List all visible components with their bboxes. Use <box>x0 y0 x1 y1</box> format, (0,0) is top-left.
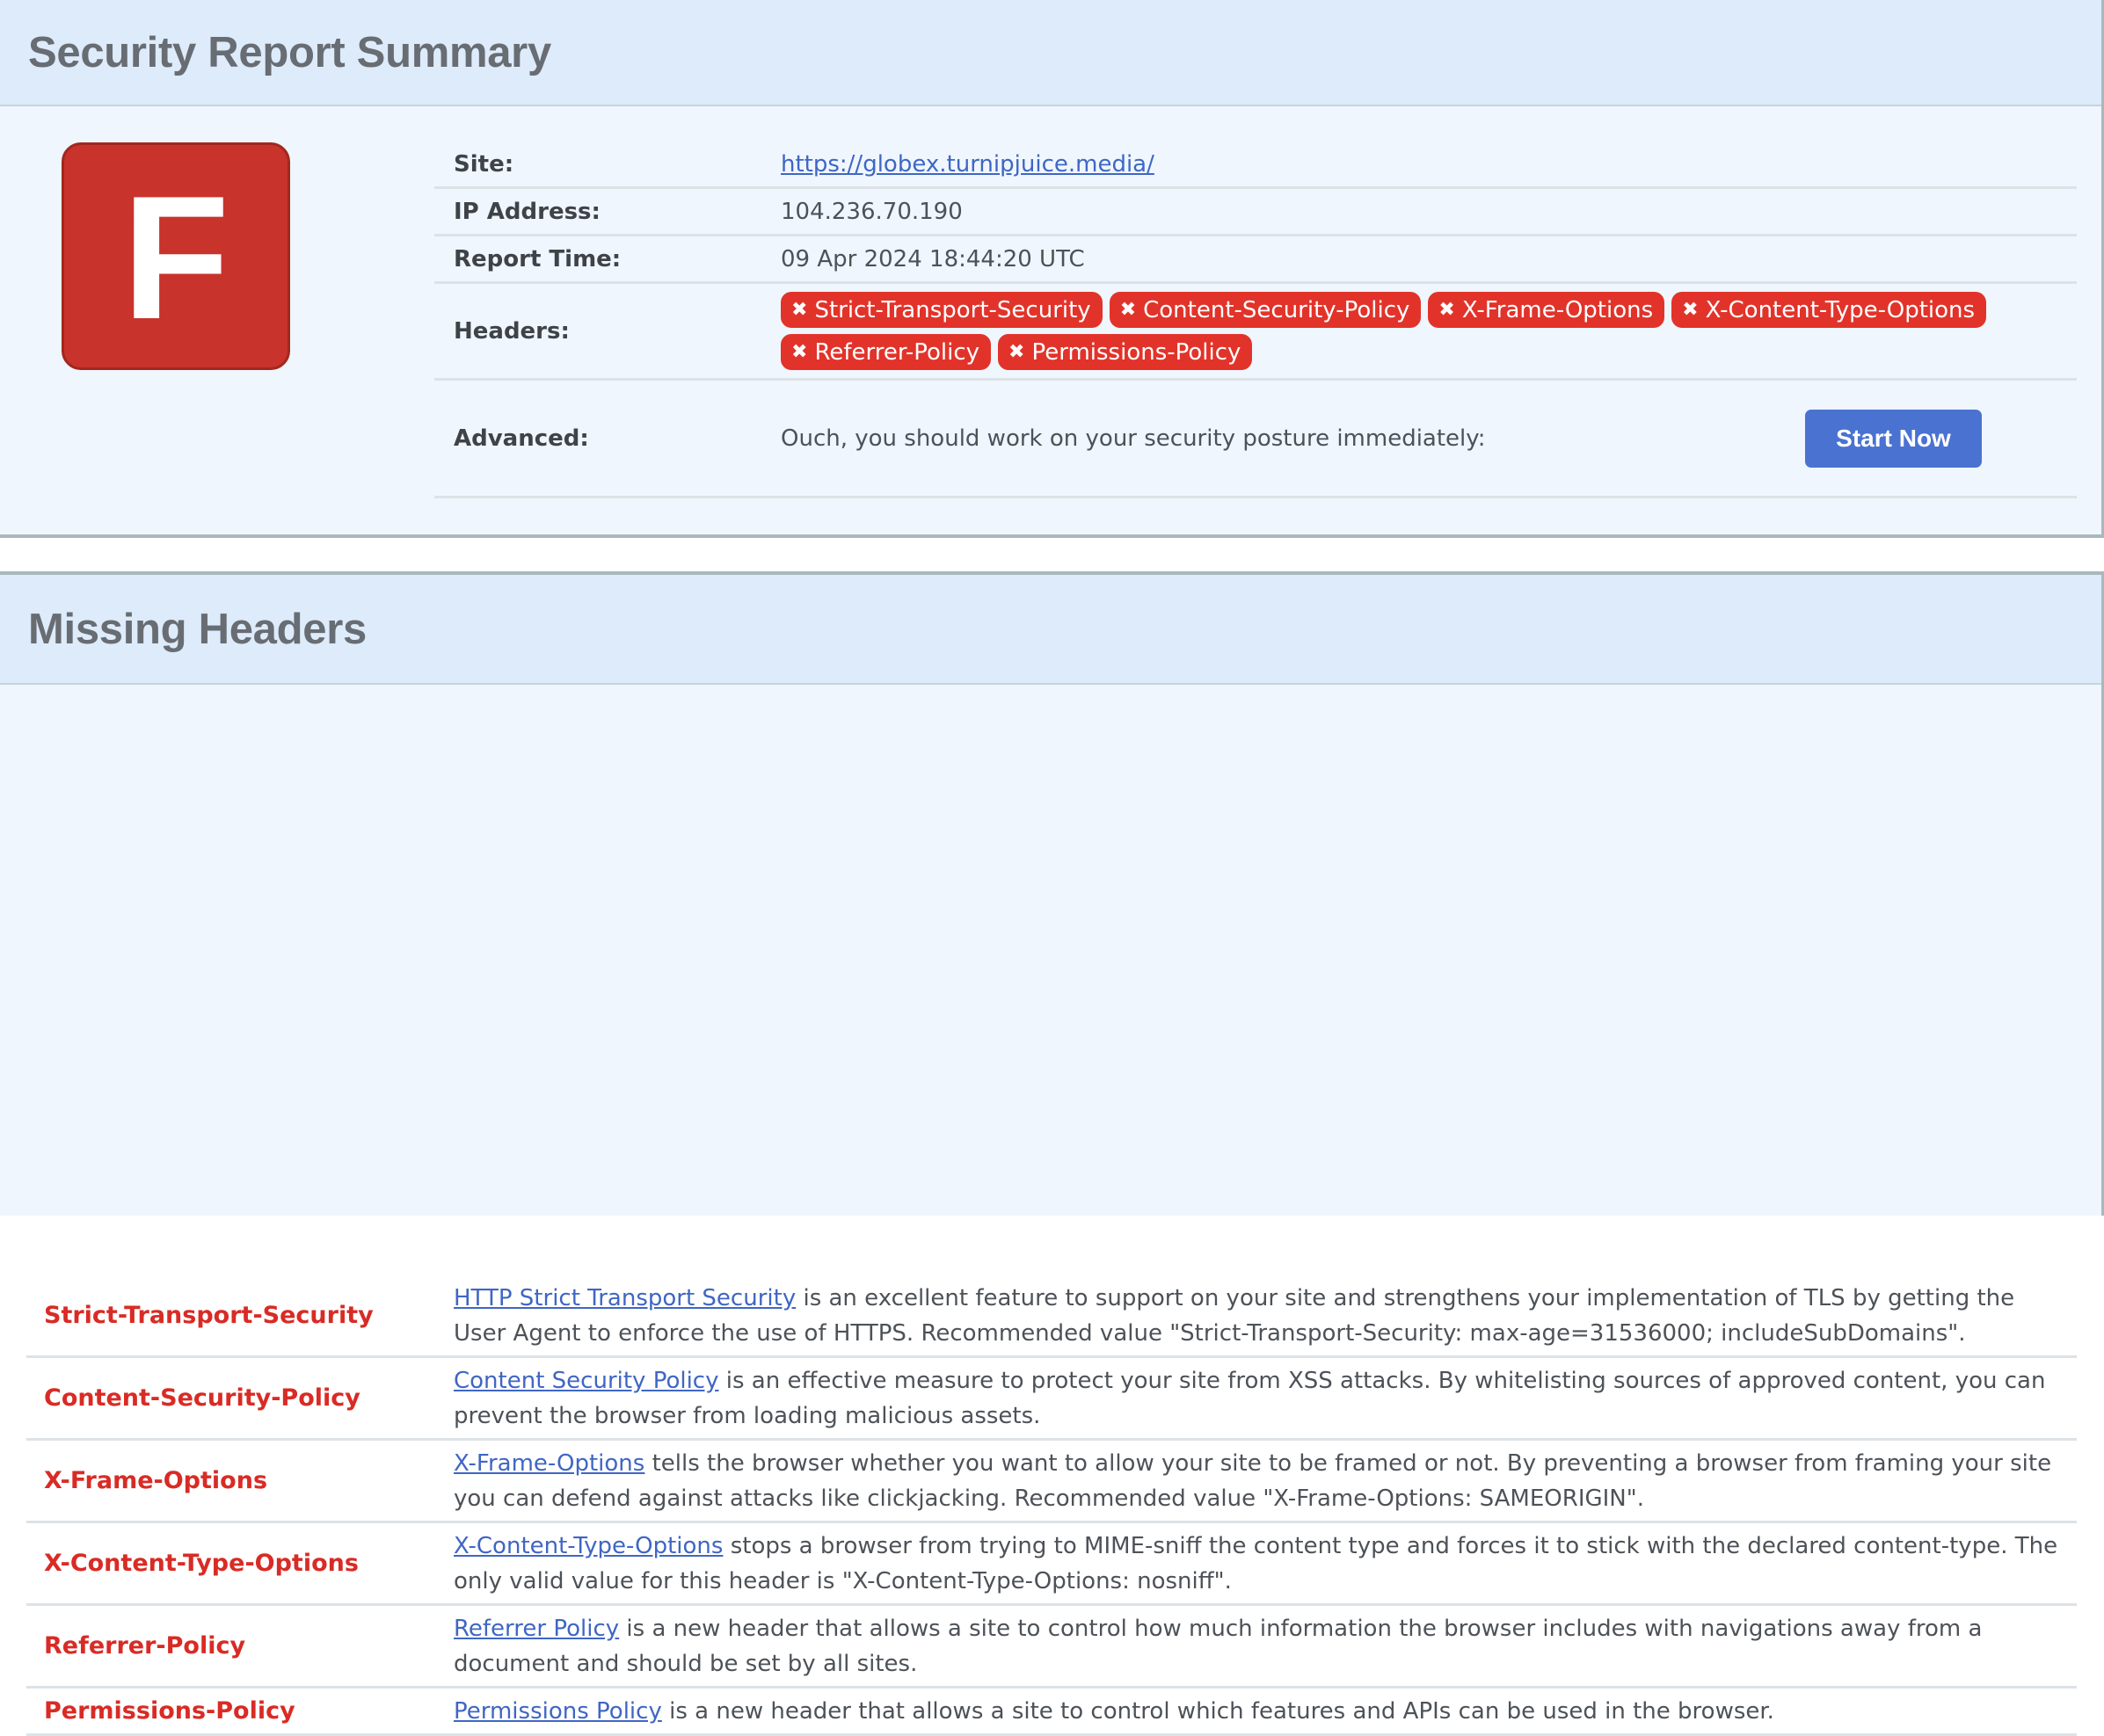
x-mark-icon: ✖ <box>1008 341 1025 363</box>
pill-label: Referrer-Policy <box>814 338 980 366</box>
ip-address-value: 104.236.70.190 <box>781 198 963 225</box>
summary-table: Site: https://globex.turnipjuice.media/ … <box>434 142 2077 498</box>
grade-badge: F <box>62 142 290 370</box>
header-description: Referrer Policy is a new header that all… <box>454 1611 2077 1682</box>
pill-label: Strict-Transport-Security <box>814 296 1091 323</box>
start-now-button[interactable]: Start Now <box>1805 409 1982 468</box>
advanced-row: Advanced: Ouch, you should work on your … <box>434 381 2077 498</box>
advanced-label: Advanced: <box>454 425 589 452</box>
header-doc-link[interactable]: X-Frame-Options <box>454 1450 644 1477</box>
missing-header-row: Permissions-Policy Permissions Policy is … <box>26 1689 2077 1736</box>
report-time-row: Report Time: 09 Apr 2024 18:44:20 UTC <box>434 236 2077 284</box>
report-time-value: 09 Apr 2024 18:44:20 UTC <box>781 245 1085 272</box>
missing-header-pill: ✖ Referrer-Policy <box>781 334 992 370</box>
header-name: X-Frame-Options <box>44 1467 268 1494</box>
pill-label: Content-Security-Policy <box>1143 296 1410 323</box>
summary-card-header: Security Report Summary <box>0 0 2101 106</box>
header-doc-link[interactable]: Referrer Policy <box>454 1616 619 1642</box>
missing-header-pill: ✖ Permissions-Policy <box>998 334 1253 370</box>
missing-header-pill: ✖ Content-Security-Policy <box>1109 292 1422 328</box>
header-name: Content-Security-Policy <box>44 1384 360 1412</box>
missing-header-pill: ✖ X-Frame-Options <box>1428 292 1665 328</box>
missing-headers-card: Missing Headers Strict-Transport-Securit… <box>0 571 2104 1736</box>
page-title: Security Report Summary <box>28 28 551 76</box>
header-pills: ✖ Strict-Transport-Security ✖ Content-Secur… <box>781 292 2012 370</box>
missing-header-pill: ✖ Strict-Transport-Security <box>781 292 1103 328</box>
x-mark-icon: ✖ <box>1119 299 1137 321</box>
x-mark-icon: ✖ <box>1438 299 1455 321</box>
header-description: X-Frame-Options tells the browser whethe… <box>454 1446 2077 1516</box>
header-description: Permissions Policy is a new header that … <box>454 1694 2077 1729</box>
header-doc-link[interactable]: HTTP Strict Transport Security <box>454 1285 796 1311</box>
x-mark-icon: ✖ <box>791 341 808 363</box>
security-report-summary-card: Security Report Summary F Site: https://… <box>0 0 2104 538</box>
header-doc-link[interactable]: Content Security Policy <box>454 1368 719 1394</box>
header-description: Content Security Policy is an effective … <box>454 1363 2077 1434</box>
headers-label: Headers: <box>454 317 570 345</box>
site-row: Site: https://globex.turnipjuice.media/ <box>434 142 2077 189</box>
header-name: Strict-Transport-Security <box>44 1302 374 1329</box>
site-link[interactable]: https://globex.turnipjuice.media/ <box>781 151 1154 178</box>
site-label: Site: <box>454 151 514 178</box>
x-mark-icon: ✖ <box>791 299 808 321</box>
header-description: X-Content-Type-Options stops a browser f… <box>454 1529 2077 1599</box>
missing-header-row: X-Frame-Options X-Frame-Options tells the… <box>26 1441 2077 1523</box>
header-description: HTTP Strict Transport Security is an exc… <box>454 1281 2077 1351</box>
missing-headers-list: Strict-Transport-Security HTTP Strict Tra… <box>26 1275 2077 1736</box>
header-description-text: is a new header that allows a site to co… <box>454 1615 1983 1677</box>
missing-header-row: Referrer-Policy Referrer Policy is a new … <box>26 1606 2077 1689</box>
missing-headers-header: Missing Headers <box>0 575 2101 685</box>
ip-address-label: IP Address: <box>454 198 601 225</box>
missing-header-row: X-Content-Type-Options X-Content-Type-Opt… <box>26 1523 2077 1606</box>
headers-row: Headers: ✖ Strict-Transport-Security ✖ Cont… <box>434 284 2077 381</box>
pill-label: X-Content-Type-Options <box>1705 296 1976 323</box>
header-name: Permissions-Policy <box>44 1697 295 1725</box>
header-doc-link[interactable]: X-Content-Type-Options <box>454 1533 723 1559</box>
header-description-text: tells the browser whether you want to al… <box>454 1449 2052 1512</box>
header-name: Referrer-Policy <box>44 1632 246 1660</box>
missing-header-row: Content-Security-Policy Content Security … <box>26 1358 2077 1441</box>
header-doc-link[interactable]: Permissions Policy <box>454 1698 662 1725</box>
report-time-label: Report Time: <box>454 245 622 272</box>
header-description-text: is a new header that allows a site to co… <box>661 1697 1774 1725</box>
missing-headers-title: Missing Headers <box>28 605 367 653</box>
pill-label: Permissions-Policy <box>1031 338 1241 366</box>
missing-header-pill: ✖ X-Content-Type-Options <box>1671 292 1987 328</box>
grade-letter: F <box>121 159 230 356</box>
x-mark-icon: ✖ <box>1682 299 1699 321</box>
ip-address-row: IP Address: 104.236.70.190 <box>434 189 2077 236</box>
advanced-message: Ouch, you should work on your security p… <box>781 425 1486 452</box>
header-name: X-Content-Type-Options <box>44 1550 359 1577</box>
missing-header-row: Strict-Transport-Security HTTP Strict Tra… <box>26 1275 2077 1358</box>
pill-label: X-Frame-Options <box>1461 296 1654 323</box>
